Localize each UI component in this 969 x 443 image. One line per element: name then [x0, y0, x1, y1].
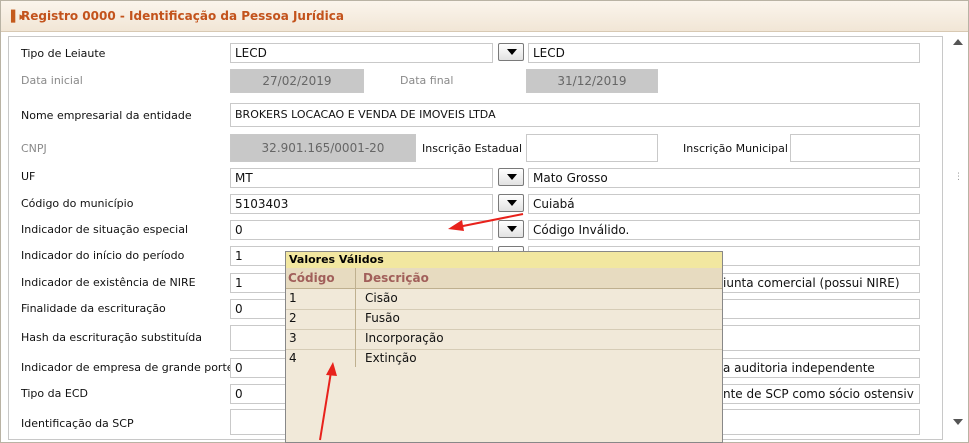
arrow-to-situacao-input: [448, 213, 524, 231]
annotation-arrows: [319, 213, 524, 441]
arrow-to-extincao: [319, 362, 337, 441]
